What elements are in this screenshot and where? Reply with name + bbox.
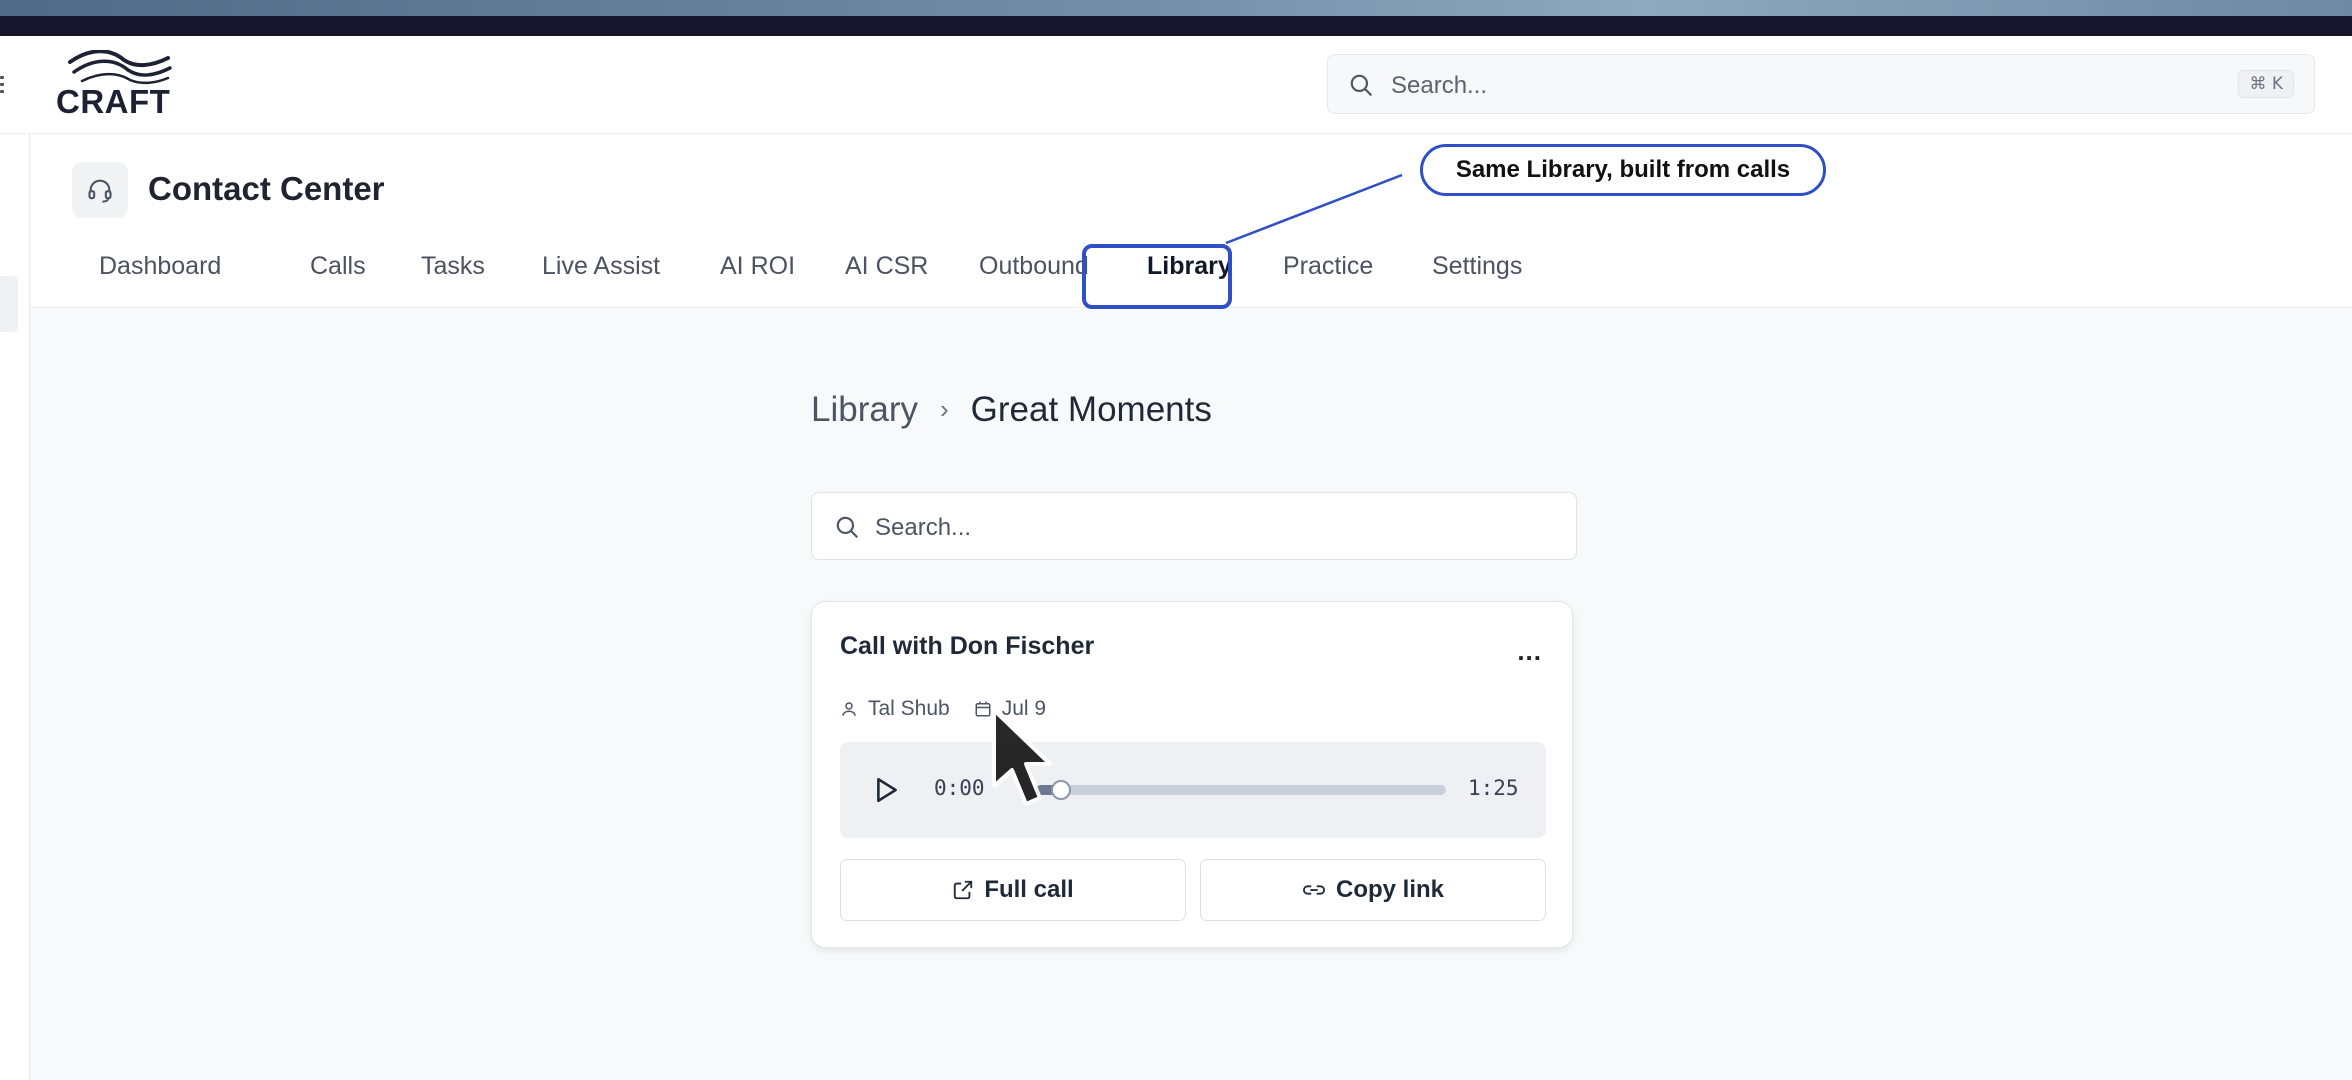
sidebar-active-item[interactable] bbox=[0, 276, 18, 332]
tab-library[interactable]: Library bbox=[1147, 236, 1232, 296]
audio-player: 0:00 1:25 bbox=[840, 742, 1546, 838]
tab-outbound[interactable]: Outbound bbox=[979, 236, 1089, 296]
full-call-button[interactable]: Full call bbox=[840, 859, 1186, 921]
tab-tasks[interactable]: Tasks bbox=[421, 236, 485, 296]
library-search-placeholder: Search... bbox=[875, 514, 972, 541]
search-icon bbox=[836, 516, 858, 538]
window-chrome bbox=[0, 16, 2352, 36]
full-call-label: Full call bbox=[984, 876, 1074, 903]
moment-card: Call with Don Fischer ... Tal Shub Jul 9… bbox=[811, 601, 1573, 948]
tab-ai-roi[interactable]: AI ROI bbox=[720, 236, 795, 296]
user-icon bbox=[842, 702, 856, 716]
breadcrumb-root[interactable]: Library bbox=[811, 390, 918, 429]
craft-logo[interactable]: CRAFT bbox=[56, 50, 176, 120]
tab-practice[interactable]: Practice bbox=[1283, 236, 1373, 296]
search-icon bbox=[1350, 74, 1372, 96]
search-shortcut-badge: ⌘ K bbox=[2238, 70, 2294, 98]
app-window: CRAFT Search... ⌘ K Contact Center Dashb bbox=[0, 0, 2352, 1080]
play-icon[interactable] bbox=[874, 776, 900, 804]
player-progress-bar[interactable] bbox=[1036, 780, 1446, 800]
logo-waves-icon bbox=[68, 50, 172, 85]
mouse-cursor-icon bbox=[992, 708, 1052, 806]
copy-link-button[interactable]: Copy link bbox=[1200, 859, 1546, 921]
desktop-wallpaper bbox=[0, 0, 2352, 16]
global-search-input[interactable]: Search... ⌘ K bbox=[1327, 54, 2315, 114]
external-link-icon bbox=[954, 880, 973, 900]
player-total-time: 1:25 bbox=[1468, 776, 1519, 800]
tab-live-assist[interactable]: Live Assist bbox=[542, 236, 660, 296]
page-header: Contact Center Dashboard Calls Tasks Liv… bbox=[31, 134, 2352, 308]
left-sidebar bbox=[0, 134, 30, 1080]
logo-text: CRAFT bbox=[56, 83, 171, 120]
headset-icon bbox=[72, 162, 128, 218]
annotation-callout: Same Library, built from calls bbox=[1420, 144, 1826, 196]
tab-ai-csr[interactable]: AI CSR bbox=[845, 236, 928, 296]
player-current-time: 0:00 bbox=[934, 776, 985, 800]
link-icon bbox=[1303, 885, 1325, 895]
card-agent-name: Tal Shub bbox=[868, 697, 950, 720]
menu-icon[interactable] bbox=[0, 76, 6, 94]
tab-settings[interactable]: Settings bbox=[1432, 236, 1522, 296]
breadcrumb-current: Great Moments bbox=[970, 390, 1212, 429]
global-search-placeholder: Search... bbox=[1391, 72, 1488, 99]
tab-calls[interactable]: Calls bbox=[310, 236, 366, 296]
card-title: Call with Don Fischer bbox=[840, 632, 1095, 660]
library-search-input[interactable]: Search... bbox=[811, 492, 1577, 560]
copy-link-label: Copy link bbox=[1335, 876, 1444, 903]
page-title: Contact Center bbox=[148, 170, 385, 207]
tab-dashboard[interactable]: Dashboard bbox=[99, 236, 221, 296]
card-more-menu-button[interactable]: ... bbox=[1517, 636, 1542, 667]
breadcrumb: Library › Great Moments bbox=[811, 390, 1212, 434]
breadcrumb-separator: › bbox=[939, 394, 949, 424]
top-bar: CRAFT Search... ⌘ K bbox=[0, 36, 2352, 134]
